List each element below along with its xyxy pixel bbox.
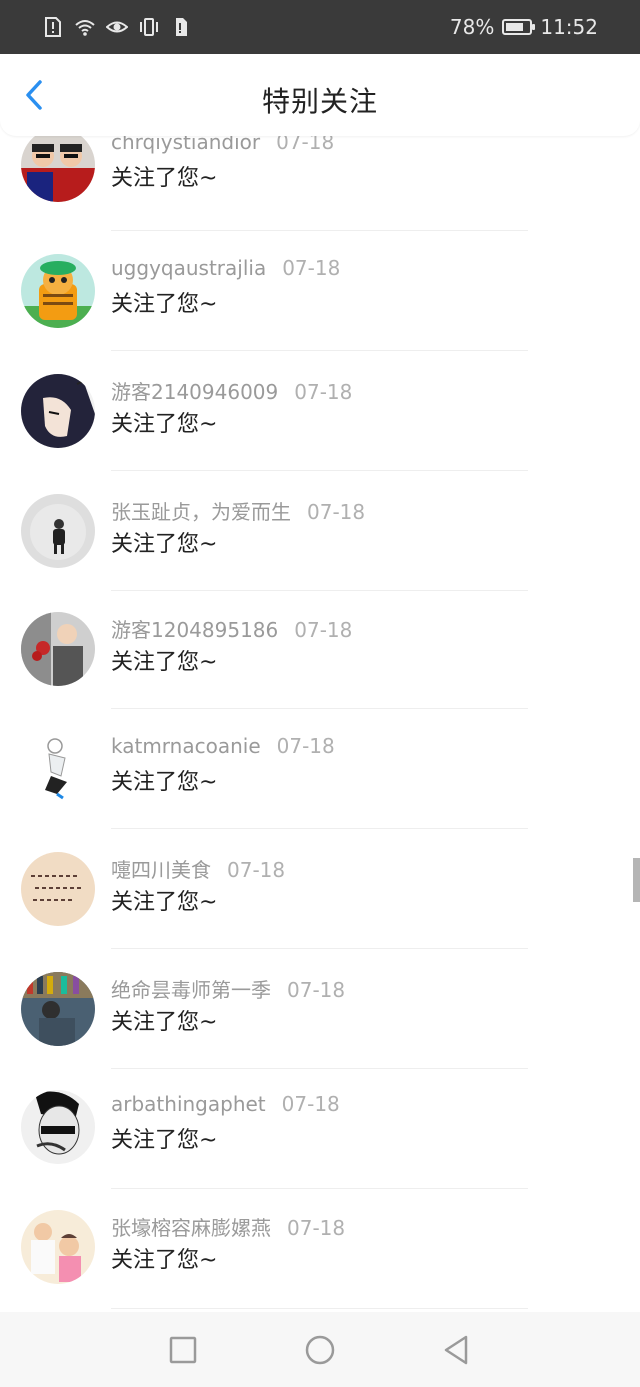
item-header: chrqiystiandior 07-18 bbox=[111, 136, 334, 154]
avatar[interactable] bbox=[21, 852, 95, 926]
wifi-icon bbox=[75, 20, 95, 36]
list-item[interactable]: 绝命昙毒师第一季 07-18 关注了您~ bbox=[0, 960, 640, 1080]
divider bbox=[111, 1068, 528, 1069]
divider bbox=[111, 350, 528, 351]
alert-icon bbox=[45, 17, 61, 37]
avatar[interactable] bbox=[21, 732, 95, 806]
item-message: 关注了您~ bbox=[111, 292, 218, 317]
username[interactable]: uggyqaustrajlia bbox=[111, 256, 266, 280]
list-item[interactable]: 张玉趾贞，为爱而生 07-18 关注了您~ bbox=[0, 480, 640, 600]
list-item[interactable]: uggyqaustrajlia 07-18 关注了您~ bbox=[0, 240, 640, 360]
username[interactable]: 游客1204895186 bbox=[111, 618, 278, 642]
item-header: uggyqaustrajlia 07-18 bbox=[111, 256, 340, 280]
item-date: 07-18 bbox=[287, 978, 346, 1002]
battery-level bbox=[506, 23, 524, 31]
divider bbox=[111, 828, 528, 829]
username[interactable]: katmrnacoanie bbox=[111, 734, 261, 758]
avatar[interactable] bbox=[21, 1210, 95, 1284]
item-header: 张玉趾贞，为爱而生 07-18 bbox=[111, 496, 365, 525]
item-date: 07-18 bbox=[294, 380, 353, 404]
list-item[interactable]: katmrnacoanie 07-18 关注了您~ bbox=[0, 720, 640, 840]
item-header: katmrnacoanie 07-18 bbox=[111, 734, 335, 758]
avatar[interactable] bbox=[21, 136, 95, 202]
divider bbox=[111, 230, 528, 231]
username[interactable]: 嚏四川美食 bbox=[111, 858, 211, 882]
divider bbox=[111, 1188, 528, 1189]
clock: 11:52 bbox=[540, 15, 598, 39]
list-item[interactable]: 游客2140946009 07-18 关注了您~ bbox=[0, 360, 640, 480]
divider bbox=[111, 1308, 528, 1309]
list-item[interactable]: chrqiystiandior 07-18 关注了您~ bbox=[0, 136, 640, 240]
avatar[interactable] bbox=[21, 612, 95, 686]
item-message: 关注了您~ bbox=[111, 412, 218, 437]
battery-percent: 78% bbox=[449, 15, 495, 39]
status-bar: 78% 11:52 bbox=[0, 0, 640, 54]
item-message: 关注了您~ bbox=[111, 532, 218, 557]
divider bbox=[111, 948, 528, 949]
scrollbar-thumb[interactable] bbox=[633, 858, 640, 902]
item-date: 07-18 bbox=[282, 256, 341, 280]
item-date: 07-18 bbox=[227, 858, 286, 882]
square-icon[interactable] bbox=[167, 1334, 199, 1366]
list-item[interactable]: 嚏四川美食 07-18 关注了您~ bbox=[0, 840, 640, 960]
list-item[interactable]: 游客1204895186 07-18 关注了您~ bbox=[0, 600, 640, 720]
item-header: 绝命昙毒师第一季 07-18 bbox=[111, 974, 345, 1003]
item-date: 07-18 bbox=[281, 1092, 340, 1116]
battery-icon bbox=[502, 19, 536, 35]
list-item[interactable]: arbathingaphet 07-18 关注了您~ bbox=[0, 1080, 640, 1200]
item-message: 关注了您~ bbox=[111, 650, 218, 675]
item-header: 游客1204895186 07-18 bbox=[111, 614, 352, 643]
divider bbox=[111, 708, 528, 709]
avatar[interactable] bbox=[21, 1090, 95, 1164]
circle-icon[interactable] bbox=[304, 1334, 336, 1366]
divider bbox=[111, 590, 528, 591]
item-message: 关注了您~ bbox=[111, 890, 218, 915]
item-message: 关注了您~ bbox=[111, 1248, 218, 1273]
status-icons-right: 78% 11:52 bbox=[450, 12, 598, 42]
item-message: 关注了您~ bbox=[111, 1010, 218, 1035]
username[interactable]: 绝命昙毒师第一季 bbox=[111, 978, 271, 1002]
avatar[interactable] bbox=[21, 374, 95, 448]
item-header: 游客2140946009 07-18 bbox=[111, 376, 352, 405]
item-message: 关注了您~ bbox=[111, 770, 218, 795]
sim-icon bbox=[176, 18, 187, 36]
follower-list: chrqiystiandior 07-18 关注了您~ uggyqaustrajl… bbox=[0, 136, 640, 1312]
username[interactable]: 游客2140946009 bbox=[111, 380, 278, 404]
triangle-back-icon[interactable] bbox=[440, 1334, 472, 1366]
username[interactable]: arbathingaphet bbox=[111, 1092, 266, 1116]
system-nav-bar bbox=[0, 1312, 640, 1387]
avatar[interactable] bbox=[21, 494, 95, 568]
item-message: 关注了您~ bbox=[111, 166, 218, 191]
item-header: 张壕榕容麻膨嫘燕 07-18 bbox=[111, 1212, 345, 1241]
username[interactable]: chrqiystiandior bbox=[111, 136, 260, 154]
top-bar: 特别关注 bbox=[0, 54, 640, 136]
list-item[interactable]: 张壕榕容麻膨嫘燕 07-18 关注了您~ bbox=[0, 1200, 640, 1312]
item-header: 嚏四川美食 07-18 bbox=[111, 854, 285, 883]
item-date: 07-18 bbox=[276, 734, 335, 758]
page-title: 特别关注 bbox=[261, 85, 378, 118]
status-icons-left bbox=[42, 14, 192, 40]
item-message: 关注了您~ bbox=[111, 1128, 218, 1153]
item-date: 07-18 bbox=[294, 618, 353, 642]
vibrate-icon bbox=[140, 18, 158, 36]
item-header: arbathingaphet 07-18 bbox=[111, 1092, 340, 1116]
eye-icon bbox=[106, 21, 128, 33]
avatar[interactable] bbox=[21, 254, 95, 328]
divider bbox=[111, 470, 528, 471]
username[interactable]: 张壕榕容麻膨嫘燕 bbox=[111, 1216, 271, 1240]
item-date: 07-18 bbox=[307, 500, 366, 524]
item-date: 07-18 bbox=[287, 1216, 346, 1240]
item-date: 07-18 bbox=[276, 136, 335, 154]
username[interactable]: 张玉趾贞，为爱而生 bbox=[111, 500, 291, 524]
avatar[interactable] bbox=[21, 972, 95, 1046]
